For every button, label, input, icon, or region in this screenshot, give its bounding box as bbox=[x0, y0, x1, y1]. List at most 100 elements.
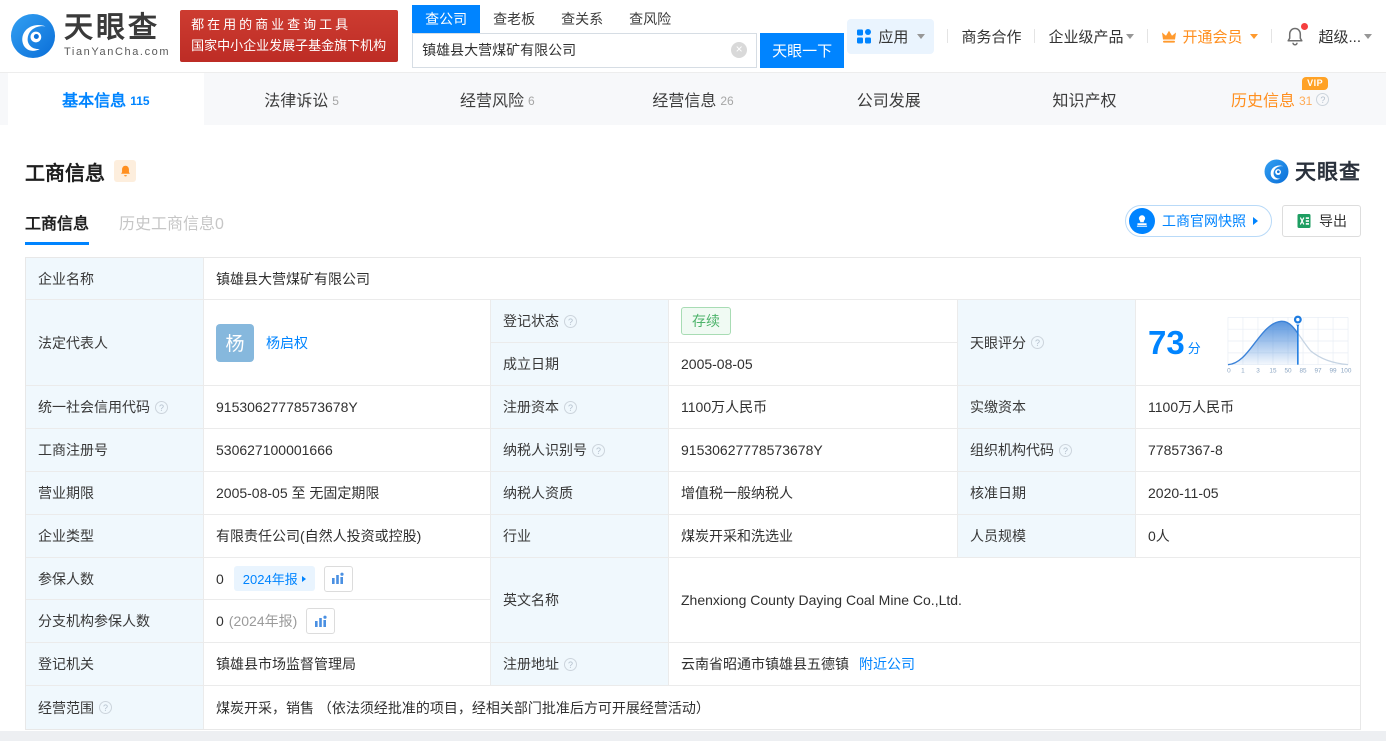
business-cooperation-link[interactable]: 商务合作 bbox=[961, 26, 1021, 47]
branch-insured-trend-chart-button[interactable] bbox=[306, 608, 336, 634]
subscribe-bell-button[interactable] bbox=[114, 160, 136, 182]
label-taxpayer-id: 纳税人识别号 bbox=[491, 429, 669, 472]
value-registered-address: 云南省昭通市镇雄县五德镇 附近公司 bbox=[669, 643, 1360, 686]
help-icon[interactable] bbox=[1059, 443, 1072, 457]
bar-chart-icon bbox=[314, 615, 327, 627]
insured-trend-chart-button[interactable] bbox=[323, 565, 353, 592]
help-icon[interactable] bbox=[1031, 336, 1044, 349]
value-registered-capital: 1100万人民币 bbox=[669, 386, 958, 429]
label-paid-in-capital: 实缴资本 bbox=[958, 386, 1136, 429]
subtab-business-registration[interactable]: 工商信息 bbox=[25, 210, 90, 245]
value-registration-authority: 镇雄县市场监督管理局 bbox=[204, 643, 491, 686]
bell-icon bbox=[120, 165, 130, 177]
main-content: 工商信息 天眼查 工商信息 历史工商信息0 工商官网快照 导出 企业名称 镇雄县… bbox=[0, 156, 1386, 730]
label-registration-number: 工商注册号 bbox=[26, 429, 204, 472]
svg-text:3: 3 bbox=[1256, 367, 1260, 374]
value-business-scope: 煤炭开采，销售 （依法须经批准的项目，经相关部门批准后方可开展经营活动） bbox=[204, 686, 1360, 729]
menu-divider bbox=[1271, 29, 1273, 43]
tab-count: 26 bbox=[720, 93, 734, 108]
search-input[interactable] bbox=[422, 42, 732, 58]
help-icon[interactable] bbox=[564, 657, 577, 671]
value-organization-code: 77857367-8 bbox=[1136, 429, 1360, 472]
help-icon[interactable] bbox=[1316, 92, 1330, 106]
tab-count: 5 bbox=[332, 93, 339, 108]
notification-dot bbox=[1301, 22, 1309, 30]
tab-operation-risk[interactable]: 经营风险 6 bbox=[399, 73, 595, 125]
super-account-label: 超级... bbox=[1318, 28, 1361, 46]
nearby-companies-link[interactable]: 附近公司 bbox=[859, 654, 915, 674]
top-header: 天眼查 TianYanCha.com 都在用的商业查询工具 国家中小企业发展子基… bbox=[0, 0, 1386, 72]
search-tab-boss[interactable]: 查老板 bbox=[480, 5, 548, 33]
label-approval-date: 核准日期 bbox=[958, 472, 1136, 515]
help-icon[interactable] bbox=[564, 400, 577, 414]
label-industry: 行业 bbox=[491, 515, 669, 558]
search-tab-relation[interactable]: 查关系 bbox=[548, 5, 616, 33]
label-insured-count: 参保人数 bbox=[26, 558, 204, 600]
tab-count: 6 bbox=[527, 93, 535, 108]
score-axis-ticks: 0 1 3 15 50 85 97 99 100 bbox=[1227, 367, 1352, 374]
value-establish-date: 2005-08-05 bbox=[669, 343, 958, 386]
label-taxpayer-qualification: 纳税人资质 bbox=[491, 472, 669, 515]
tianyancha-logo[interactable]: 天眼查 TianYanCha.com bbox=[10, 13, 170, 59]
value-industry: 煤炭开采和洗选业 bbox=[669, 515, 958, 558]
notifications-bell[interactable] bbox=[1285, 22, 1309, 47]
tab-history-info[interactable]: VIP 历史信息 31 bbox=[1182, 73, 1378, 125]
legal-rep-link[interactable]: 杨启权 bbox=[266, 333, 308, 353]
tab-intellectual-property[interactable]: 知识产权 bbox=[987, 73, 1183, 125]
tab-legal-litigation[interactable]: 法律诉讼 5 bbox=[204, 73, 400, 125]
apps-menu[interactable]: 应用 bbox=[847, 18, 935, 54]
page-footer-strip bbox=[0, 731, 1386, 741]
export-button[interactable]: 导出 bbox=[1282, 205, 1361, 237]
svg-text:97: 97 bbox=[1314, 367, 1322, 374]
tab-label: 公司发展 bbox=[856, 93, 921, 110]
tab-business-info[interactable]: 经营信息 26 bbox=[595, 73, 791, 125]
help-icon[interactable] bbox=[564, 314, 577, 328]
label-registration-authority: 登记机关 bbox=[26, 643, 204, 686]
apps-grid-icon bbox=[857, 29, 872, 44]
clear-search-icon[interactable] bbox=[731, 41, 748, 58]
label-english-name: 英文名称 bbox=[491, 558, 669, 643]
value-company-name: 镇雄县大营煤矿有限公司 bbox=[204, 258, 1360, 300]
watermark-logo: 天眼查 bbox=[1264, 156, 1361, 186]
value-legal-representative: 杨 杨启权 bbox=[204, 300, 491, 386]
label-staff-size: 人员规模 bbox=[958, 515, 1136, 558]
label-company-name: 企业名称 bbox=[26, 258, 204, 300]
open-vip-menu[interactable]: 开通会员 bbox=[1161, 26, 1259, 47]
export-label: 导出 bbox=[1319, 213, 1347, 229]
label-tianyan-score: 天眼评分 bbox=[958, 300, 1136, 386]
label-registration-status: 登记状态 bbox=[491, 300, 669, 343]
official-snapshot-button[interactable]: 工商官网快照 bbox=[1125, 205, 1272, 237]
tab-label: 基本信息 bbox=[62, 93, 127, 110]
super-account-menu[interactable]: 超级... bbox=[1318, 26, 1372, 47]
help-icon[interactable] bbox=[592, 443, 605, 457]
crown-icon bbox=[1162, 30, 1177, 43]
help-icon[interactable] bbox=[99, 701, 112, 714]
tab-count: 31 bbox=[1299, 93, 1313, 108]
search-button[interactable]: 天眼一下 bbox=[760, 32, 845, 68]
subtab-history-registration[interactable]: 历史工商信息0 bbox=[119, 210, 224, 245]
value-taxpayer-qualification: 增值税一般纳税人 bbox=[669, 472, 958, 515]
label-business-term: 营业期限 bbox=[26, 472, 204, 515]
tab-basic-info[interactable]: 基本信息 115 bbox=[8, 73, 204, 125]
open-vip-label: 开通会员 bbox=[1182, 28, 1243, 46]
value-approval-date: 2020-11-05 bbox=[1136, 472, 1360, 515]
arrow-right-icon bbox=[301, 575, 306, 582]
value-credit-code: 91530627778573678Y bbox=[204, 386, 491, 429]
enterprise-products-menu[interactable]: 企业级产品 bbox=[1048, 26, 1135, 47]
search-tab-risk[interactable]: 查风险 bbox=[616, 5, 684, 33]
svg-text:0: 0 bbox=[1227, 367, 1231, 374]
branch-insured-note: (2024年报) bbox=[228, 613, 298, 629]
search-tab-company[interactable]: 查公司 bbox=[412, 4, 481, 33]
logo-brand-text: 天眼查 bbox=[64, 12, 161, 44]
tab-label: 历史信息 bbox=[1230, 93, 1295, 110]
score-unit: 分 bbox=[1187, 341, 1201, 356]
help-icon[interactable] bbox=[155, 400, 168, 414]
tab-company-development[interactable]: 公司发展 bbox=[791, 73, 987, 125]
annual-report-badge[interactable]: 2024年报 bbox=[233, 566, 315, 591]
promo-banner: 都在用的商业查询工具 国家中小企业发展子基金旗下机构 bbox=[180, 10, 399, 62]
tab-label: 经营信息 bbox=[652, 93, 717, 110]
watermark-brand-text: 天眼查 bbox=[1295, 161, 1361, 184]
chevron-down-icon bbox=[1250, 33, 1259, 39]
score-distribution-chart: 0 1 3 15 50 85 97 99 100 bbox=[1227, 313, 1352, 374]
label-business-scope: 经营范围 bbox=[26, 686, 204, 729]
